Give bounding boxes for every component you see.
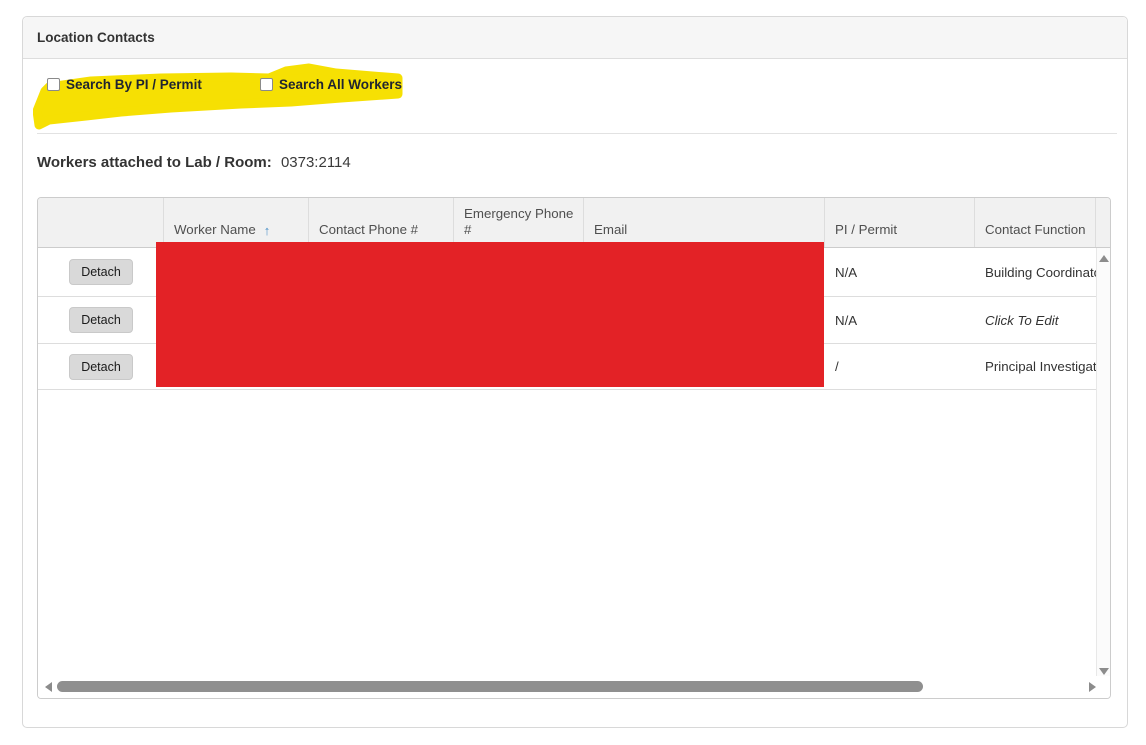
search-by-pi-permit-option: Search By PI / Permit [47,77,202,92]
sort-ascending-icon[interactable]: ↑ [264,223,271,239]
panel-title: Location Contacts [37,30,155,45]
column-header-actions [38,198,164,247]
scroll-up-icon[interactable] [1099,255,1109,262]
column-header-email[interactable]: Email [584,198,825,247]
redaction-block [156,242,824,387]
search-all-workers-label: Search All Workers [279,77,403,92]
actions-cell: Detach [38,344,164,389]
grid-header-row: Worker Name ↑ Contact Phone # Emergency … [38,198,1110,248]
contact-function-cell[interactable]: Building Coordinator [975,248,1096,296]
pi-permit-cell: N/A [835,312,858,328]
detach-button[interactable]: Detach [69,353,133,380]
vertical-scrollbar[interactable] [1096,248,1110,678]
detach-button[interactable]: Detach [69,259,133,285]
search-all-workers-checkbox[interactable] [260,78,273,91]
horizontal-scrollbar[interactable] [38,676,1110,698]
location-contacts-panel: Location Contacts Search By PI / Permit … [22,16,1128,728]
search-by-pi-permit-label: Search By PI / Permit [66,77,202,92]
worker-name-header-label: Worker Name [174,222,256,238]
search-by-pi-permit-checkbox[interactable] [47,78,60,91]
contact-function-cell[interactable]: Click To Edit [975,297,1096,343]
lab-room-value: 0373:2114 [280,154,351,171]
section-divider [37,133,1117,134]
column-header-pi-permit[interactable]: PI / Permit [825,198,975,247]
column-header-contact-function[interactable]: Contact Function [975,198,1096,247]
scroll-left-icon[interactable] [45,682,52,692]
yellow-highlighter-mark [33,63,403,130]
column-header-emergency-phone[interactable]: Emergency Phone # [454,198,584,247]
horizontal-scrollbar-thumb[interactable] [57,681,923,692]
column-header-worker-name[interactable]: Worker Name ↑ [164,198,309,247]
workers-grid: Worker Name ↑ Contact Phone # Emergency … [37,197,1111,699]
actions-cell: Detach [38,248,164,296]
contact-function-cell[interactable]: Principal Investigator [975,344,1096,389]
detach-button[interactable]: Detach [69,307,133,333]
workers-section-heading: Workers attached to Lab / Room: 0373:211… [37,154,351,171]
heading-label: Workers attached to Lab / Room: [37,154,272,171]
panel-header: Location Contacts [23,17,1127,59]
scroll-right-icon[interactable] [1089,682,1096,692]
pi-permit-cell: / [835,359,839,374]
column-header-contact-phone[interactable]: Contact Phone # [309,198,454,247]
scroll-down-icon[interactable] [1099,668,1109,675]
search-all-workers-option: Search All Workers [260,77,402,92]
pi-permit-cell: N/A [835,264,858,280]
actions-cell: Detach [38,297,164,343]
